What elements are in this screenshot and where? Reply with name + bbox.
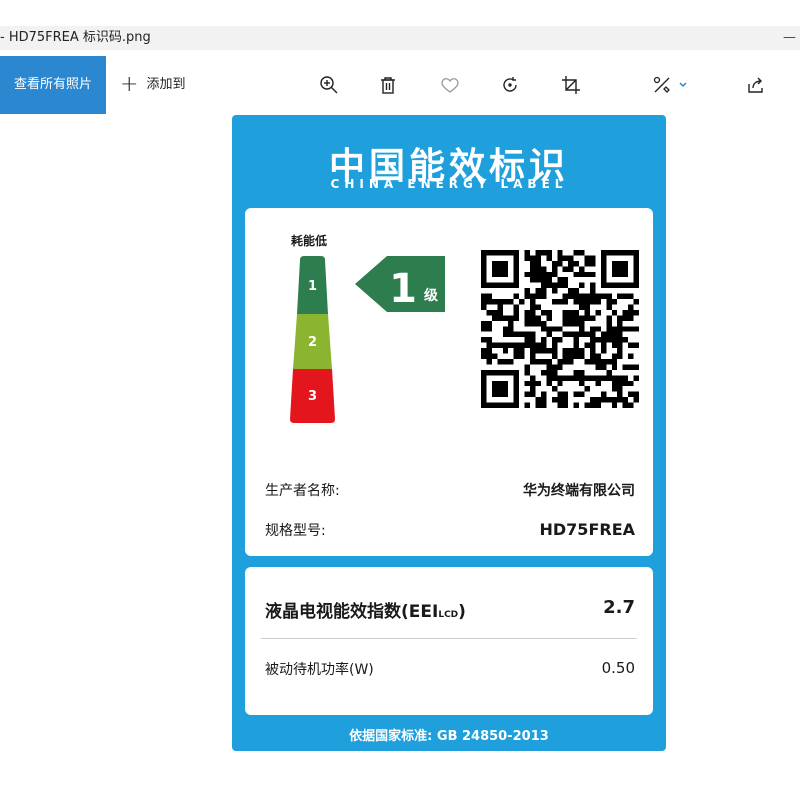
- manufacturer-value: 华为终端有限公司: [523, 483, 635, 499]
- standard-footer: 依据国家标准: GB 24850-2013: [349, 729, 549, 744]
- model-label: 规格型号:: [265, 523, 326, 539]
- plus-icon: +: [120, 72, 139, 97]
- grade-2-text: 2: [308, 335, 317, 350]
- add-to-label: 添加到: [146, 77, 186, 92]
- current-grade-badge: 1 级: [355, 256, 445, 312]
- window-title-bar: - HD75FREA 标识码.png —: [0, 26, 800, 50]
- grade-scale: 1 2 3: [290, 256, 335, 423]
- rotate-icon[interactable]: [498, 73, 522, 97]
- qr-code[interactable]: [481, 250, 639, 408]
- view-all-photos-button[interactable]: 查看所有照片: [0, 56, 106, 114]
- manufacturer-label: 生产者名称:: [265, 483, 340, 499]
- standby-power-label: 被动待机功率(W): [265, 662, 374, 678]
- model-value: HD75FREA: [539, 520, 636, 539]
- chevron-down-icon: [679, 82, 687, 88]
- zoom-in-icon[interactable]: [317, 73, 341, 97]
- share-icon[interactable]: [744, 73, 768, 97]
- current-grade-number: 1: [389, 266, 417, 312]
- favorite-heart-icon[interactable]: [438, 73, 462, 97]
- add-to-button[interactable]: + 添加到: [120, 56, 185, 114]
- minimize-button[interactable]: —: [783, 26, 796, 50]
- current-grade-suffix: 级: [424, 287, 439, 304]
- delete-icon[interactable]: [376, 73, 400, 97]
- label-title-en: CHINA ENERGY LABEL: [330, 177, 568, 191]
- window-title: - HD75FREA 标识码.png: [0, 30, 151, 45]
- eei-value: 2.7: [603, 597, 635, 618]
- crop-icon[interactable]: [559, 73, 583, 97]
- divider: [261, 638, 637, 639]
- eei-subscript: LCD: [438, 610, 459, 620]
- china-energy-label: 中国能效标识 CHINA ENERGY LABEL 耗能低 1 2 3 1 级: [232, 115, 666, 751]
- edit-icon[interactable]: [650, 73, 690, 97]
- photo-toolbar: 查看所有照片 + 添加到: [0, 56, 800, 114]
- grade-panel: 耗能低 1 2 3 1 级 生产者名称: 华为终端有限公司 规格型号: HD75…: [245, 208, 653, 556]
- eei-label: 液晶电视能效指数(EEILCD): [265, 602, 466, 622]
- grade-3-text: 3: [308, 389, 317, 404]
- grade-1-text: 1: [308, 279, 317, 294]
- low-consumption-label: 耗能低: [291, 234, 328, 248]
- standby-power-value: 0.50: [601, 659, 635, 677]
- efficiency-panel: 液晶电视能效指数(EEILCD) 2.7 被动待机功率(W) 0.50: [245, 567, 653, 715]
